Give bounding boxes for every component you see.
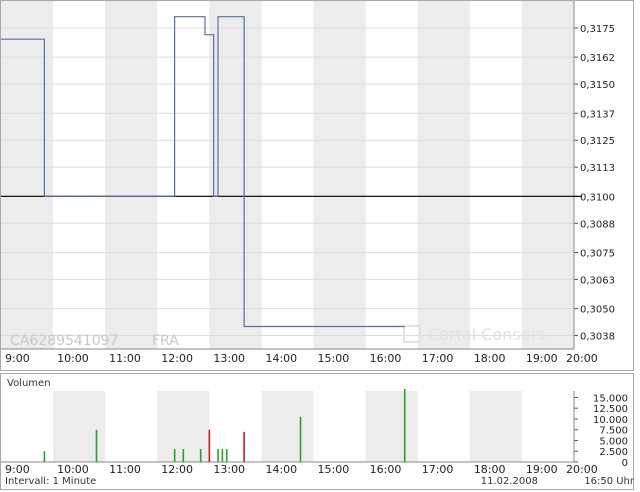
volume-x-tick-label: 14:00 [265,463,297,476]
watermark-symbol: CA6289541097 [10,333,118,349]
watermark-exchange: FRA [152,333,179,349]
price-y-tick-label: 0,3150 [580,80,615,91]
price-x-tick-label: 19:00 [526,352,558,365]
volume-x-tick-label: 17:00 [422,463,454,476]
price-y-tick-label: 0,3075 [580,248,615,259]
price-y-tick-label: 0,3175 [580,24,615,35]
volume-y-tick-label: 0 [622,458,628,469]
price-x-tick-label: 17:00 [422,352,454,365]
hour-band [521,1,574,349]
volume-y-tick-label: 15.000 [593,393,628,404]
footer-time: 16:50 Uhr [584,476,635,487]
volume-x-tick-label: 16:00 [370,463,402,476]
volume-y-tick-label: 7.500 [599,426,628,437]
price-x-tick-label: 10:00 [57,352,89,365]
volume-panel: Volumen 15.00012.50010.0007.5005.0002.500… [0,373,634,490]
volume-y-tick-label: 5.000 [599,436,628,447]
price-volume-chart: 0,3175 0,3162 0,3150 0,3137 0,3125 0,3113 0,31… [0,0,635,490]
hour-band [417,1,470,349]
volume-hour-band [365,391,418,462]
volume-y-tick-label: 10.000 [593,415,628,426]
hour-band [313,1,366,349]
watermark-brand: Cortal Consors [428,325,545,344]
volume-y-tick-label: 12.500 [593,404,628,415]
volume-x-tick-label: 11:00 [109,463,141,476]
price-x-tick-label: 16:00 [370,352,402,365]
volume-hour-band [261,391,314,462]
hour-band [209,1,262,349]
price-y-tick-label: 0,3125 [580,136,615,147]
price-y-tick-label: 0,3137 [580,109,615,120]
volume-title: Volumen [7,378,51,389]
volume-x-tick-label: 15:00 [318,463,350,476]
price-x-tick-label: 11:00 [109,352,141,365]
hour-band [1,1,54,349]
volume-x-tick-label: 10:00 [57,463,89,476]
price-y-tick-label: 0,3050 [580,305,615,316]
volume-x-tick-label: 12:00 [161,463,193,476]
price-x-tick-label: 13:00 [213,352,245,365]
price-x-tick-label: 15:00 [318,352,350,365]
price-x-tick-label: 20:00 [566,352,598,365]
volume-x-tick-label: 18:00 [474,463,506,476]
volume-hour-band [469,391,522,462]
volume-x-tick-label: 19:00 [526,463,558,476]
volume-x-tick-label: 20:00 [566,463,598,476]
price-y-tick-label: 0,3063 [580,275,615,286]
volume-hour-band [53,391,106,462]
price-x-tick-label: 9:00 [5,352,30,365]
price-y-tick-label: 0,3100 [580,192,615,203]
volume-x-tick-label: 9:00 [5,463,30,476]
price-y-tick-label: 0,3088 [580,219,615,230]
price-x-tick-label: 12:00 [161,352,193,365]
volume-x-tick-label: 13:00 [213,463,245,476]
price-y-tick-label: 0,3113 [580,163,615,174]
hour-band [105,1,158,349]
price-panel: 0,3175 0,3162 0,3150 0,3137 0,3125 0,3113 0,31… [0,0,634,371]
footer-date: 11.02.2008 [481,476,538,487]
price-x-tick-label: 18:00 [474,352,506,365]
price-x-tick-label: 14:00 [265,352,297,365]
price-y-tick-label: 0,3162 [580,53,615,64]
volume-y-tick-label: 2.500 [599,447,628,458]
footer-interval: Intervall: 1 Minute [5,476,96,487]
price-y-tick-label: 0,3038 [580,332,615,343]
